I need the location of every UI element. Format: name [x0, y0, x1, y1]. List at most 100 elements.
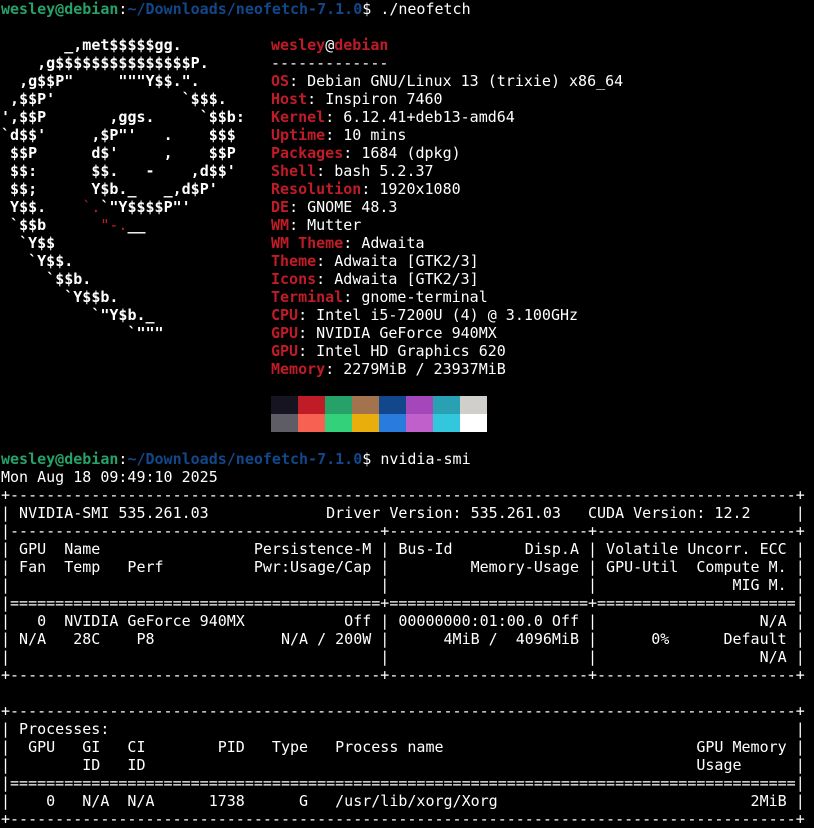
info-field-key: OS	[271, 72, 290, 90]
color-swatch	[406, 396, 433, 414]
smi-line: | ID ID Usage |	[1, 756, 805, 774]
system-info: wesley@debian ------------- OS: Debian G…	[271, 36, 623, 378]
smi-line: | | | N/A |	[1, 648, 805, 666]
color-swatch	[460, 414, 487, 432]
info-field: OS: Debian GNU/Linux 13 (trixie) x86_64	[271, 72, 624, 90]
logo-line: ',$$P ,ggs. `$$b:	[1, 108, 245, 126]
logo-line: `$$b "-.__	[10, 216, 146, 234]
color-swatch	[298, 414, 325, 432]
logo-line: _,met$$$$$gg.	[64, 36, 182, 54]
info-field-key: GPU	[271, 324, 299, 342]
color-swatch	[406, 414, 433, 432]
info-field: Icons: Adwaita [GTK2/3]	[271, 270, 479, 288]
smi-line: | Processes: |	[1, 720, 805, 738]
logo-line: ,g$$P" """Y$$.".	[19, 72, 200, 90]
logo-line: `"""	[127, 324, 164, 342]
logo-line: ,g$$$$$$$$$$$$$$$P.	[37, 54, 209, 72]
info-field-key: Icons	[271, 270, 317, 288]
prompt-symbol: $	[362, 0, 381, 18]
info-field-key: Memory	[271, 360, 326, 378]
info-field-value: 6.12.41+deb13-amd64	[343, 108, 515, 126]
info-field: CPU: Intel i5-7200U (4) @ 3.100GHz	[271, 306, 579, 324]
color-swatch	[271, 414, 298, 432]
info-field-key: Host	[271, 90, 308, 108]
smi-line: |---------------------------------------…	[1, 522, 805, 540]
prompt-line-neofetch: wesley@debian:~/Downloads/neofetch-7.1.0…	[1, 0, 471, 18]
info-field-value: 2279MiB / 23937MiB	[343, 360, 506, 378]
nvidia-smi-section: wesley@debian:~/Downloads/neofetch-7.1.0…	[1, 450, 813, 828]
color-swatch	[379, 396, 406, 414]
smi-line: | NVIDIA-SMI 535.261.03 Driver Version: …	[1, 504, 805, 522]
color-swatch	[460, 396, 487, 414]
info-field: Memory: 2279MiB / 23937MiB	[271, 360, 506, 378]
info-field-value: NVIDIA GeForce 940MX	[316, 324, 497, 342]
info-field: Packages: 1684 (dpkg)	[271, 144, 461, 162]
color-palette	[271, 396, 487, 432]
prompt-user-host: wesley@debian	[1, 0, 119, 18]
info-field: WM Theme: Adwaita	[271, 234, 425, 252]
info-field-value: 10 mins	[343, 126, 407, 144]
info-at: @	[325, 36, 335, 54]
info-field-key: WM Theme	[271, 234, 344, 252]
info-field-value: Intel HD Graphics 620	[316, 342, 506, 360]
info-field: GPU: Intel HD Graphics 620	[271, 342, 506, 360]
logo-line: `$$b.	[46, 270, 92, 288]
info-field-value: 1920x1080	[379, 180, 461, 198]
terminal-window[interactable]: wesley@debian:~/Downloads/neofetch-7.1.0…	[1, 0, 813, 828]
logo-line: Y$$. `.`"Y$$$$P"'	[10, 198, 191, 216]
info-field-key: Resolution	[271, 180, 362, 198]
info-field: Theme: Adwaita [GTK2/3]	[271, 252, 479, 270]
logo-line: `Y$$b.	[64, 288, 119, 306]
smi-line: | | | MIG M. |	[1, 576, 805, 594]
logo-line: ,$$P' `$$$.	[10, 90, 227, 108]
info-field-value: Adwaita	[361, 234, 425, 252]
info-field: Kernel: 6.12.41+deb13-amd64	[271, 108, 515, 126]
info-header: wesley@debian	[271, 36, 623, 54]
smi-line: | N/A 28C P8 N/A / 200W | 4MiB / 4096MiB…	[1, 630, 805, 648]
info-field: Host: Inspiron 7460	[271, 90, 443, 108]
smi-line: | Fan Temp Perf Pwr:Usage/Cap | Memory-U…	[1, 558, 805, 576]
info-field-value: GNOME 48.3	[307, 198, 398, 216]
info-field-value: Intel i5-7200U (4) @ 3.100GHz	[316, 306, 579, 324]
color-swatch	[352, 396, 379, 414]
info-field: WM: Mutter	[271, 216, 362, 234]
color-swatch	[379, 414, 406, 432]
nvidia-smi-output: Mon Aug 18 09:49:10 2025 +---------------…	[1, 468, 813, 828]
smi-line: | 0 NVIDIA GeForce 940MX Off | 00000000:…	[1, 612, 805, 630]
info-field-value: 1684 (dpkg)	[361, 144, 461, 162]
color-swatch	[298, 396, 325, 414]
smi-line: | GPU Name Persistence-M | Bus-Id Disp.A…	[1, 540, 805, 558]
info-field-key: Theme	[271, 252, 317, 270]
smi-line: |=======================================…	[1, 594, 805, 612]
info-field: Shell: bash 5.2.37	[271, 162, 434, 180]
logo-line: $$; Y$b._ _,d$P'	[10, 180, 218, 198]
smi-line	[1, 684, 813, 702]
prompt-path: ~/Downloads/neofetch-7.1.0	[127, 0, 363, 18]
info-field-key: Packages	[271, 144, 344, 162]
info-field-value: bash 5.2.37	[334, 162, 434, 180]
info-field: Uptime: 10 mins	[271, 126, 407, 144]
logo-line: `Y$$	[19, 234, 56, 252]
prompt-symbol: $	[362, 450, 381, 468]
info-field-value: Inspiron 7460	[325, 90, 443, 108]
info-fields: OS: Debian GNU/Linux 13 (trixie) x86_64 H…	[271, 72, 623, 378]
color-swatch	[271, 396, 298, 414]
info-field: Resolution: 1920x1080	[271, 180, 461, 198]
smi-line: | 0 N/A N/A 1738 G /usr/lib/xorg/Xorg 2M…	[1, 792, 805, 810]
smi-line: +---------------------------------------…	[1, 486, 805, 504]
info-user: wesley	[271, 36, 326, 54]
smi-line: | GPU GI CI PID Type Process name GPU Me…	[1, 738, 805, 756]
smi-line: +---------------------------------------…	[1, 666, 805, 684]
palette-row-bright	[271, 414, 487, 432]
prompt-command: ./neofetch	[380, 0, 471, 18]
logo-line: `d$$' ,$P"' . $$$	[1, 126, 236, 144]
logo-line: $$P d$' , $$P	[10, 144, 236, 162]
info-field-key: WM	[271, 216, 290, 234]
prompt-command: nvidia-smi	[380, 450, 471, 468]
info-field-value: gnome-terminal	[361, 288, 488, 306]
info-field: DE: GNOME 48.3	[271, 198, 398, 216]
color-swatch	[433, 396, 460, 414]
prompt-user-host: wesley@debian	[1, 450, 119, 468]
color-swatch	[352, 414, 379, 432]
info-field: GPU: NVIDIA GeForce 940MX	[271, 324, 497, 342]
